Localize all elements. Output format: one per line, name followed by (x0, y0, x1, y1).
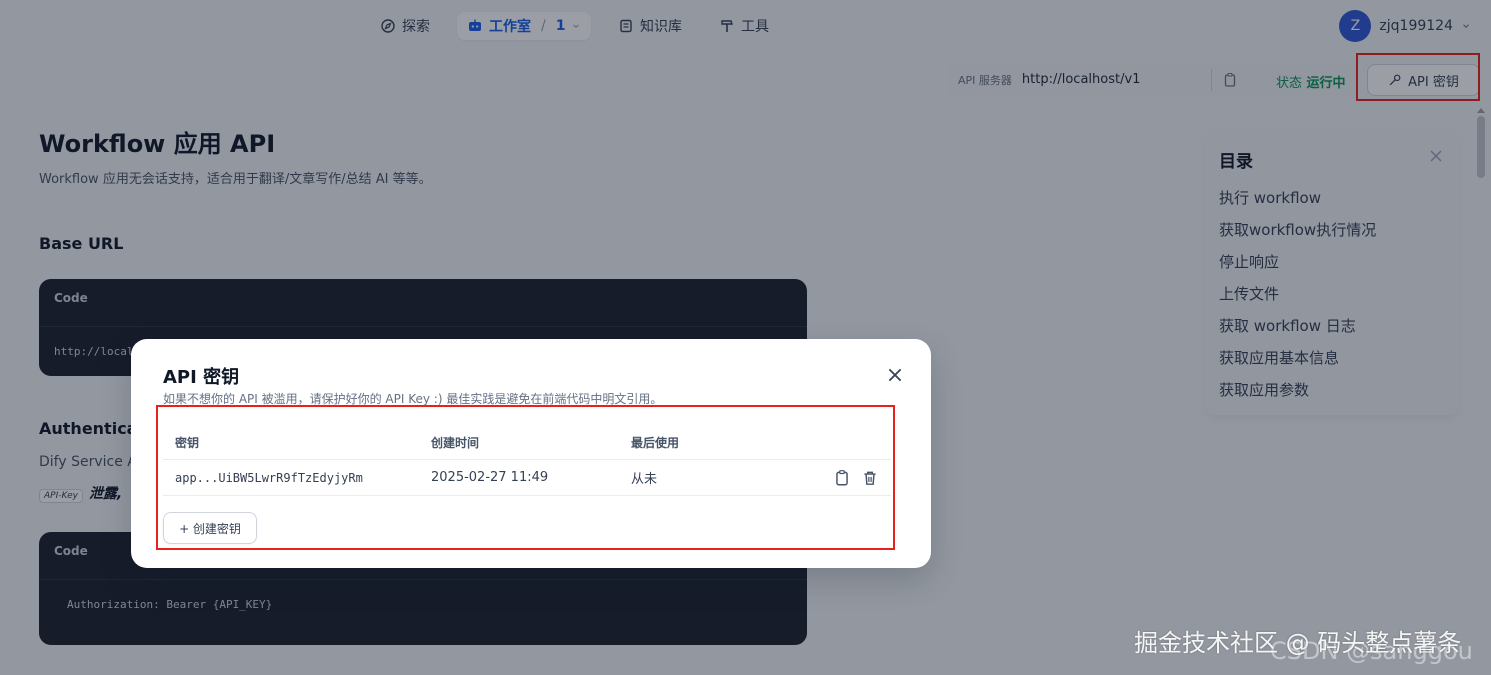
modal-overlay[interactable] (0, 0, 1491, 675)
modal-title: API 密钥 (163, 367, 240, 388)
highlight-frame (156, 405, 895, 550)
close-icon[interactable] (886, 366, 904, 384)
watermark-primary: 掘金技术社区 @ 码头整点薯条 (1134, 629, 1462, 657)
